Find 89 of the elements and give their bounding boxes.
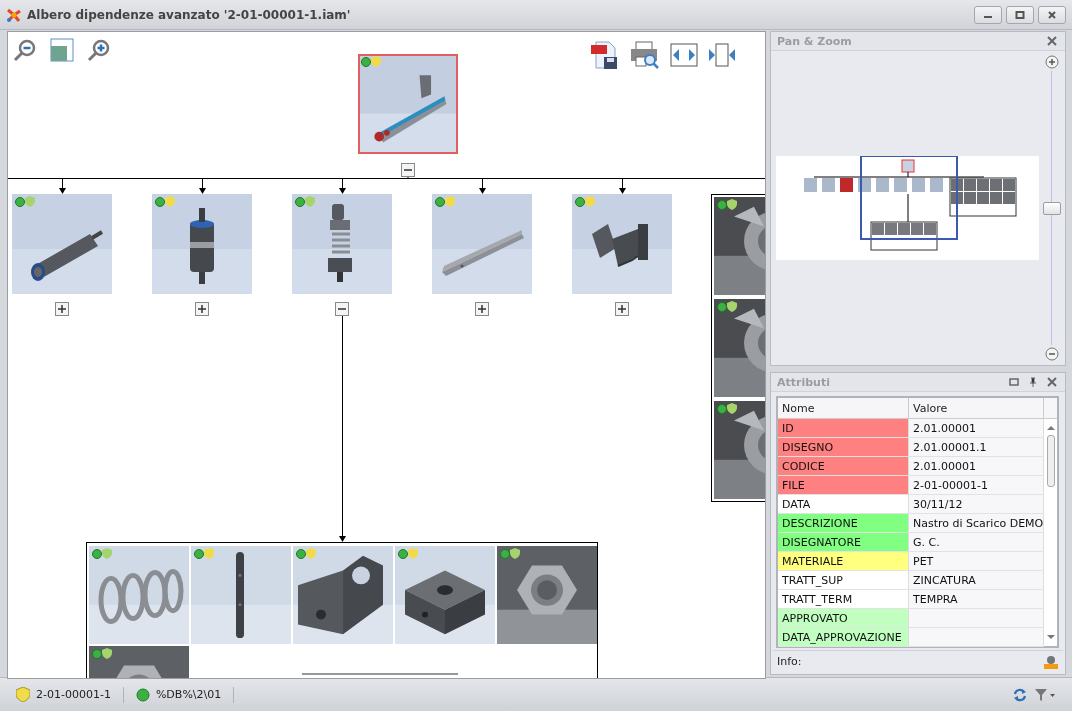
table-cell: 2.01.00001 — [909, 457, 1044, 475]
minimap-drawing[interactable] — [776, 156, 1039, 260]
status-dot-icon — [717, 404, 727, 414]
status-dot-icon — [361, 57, 371, 67]
status-dot-icon — [194, 549, 204, 559]
info-label: Info: — [777, 655, 802, 668]
table-cell: G. C. — [909, 533, 1044, 551]
pdf-save-icon[interactable] — [590, 40, 620, 70]
collapse-toggle[interactable] — [335, 302, 349, 316]
table-cell: Nastro di Scarico DEMO — [909, 514, 1044, 532]
refresh-icon[interactable] — [1012, 686, 1028, 703]
table-cell: ZINCATURA — [909, 571, 1044, 589]
status-dot-icon — [398, 549, 408, 559]
table-cell: PET — [909, 552, 1044, 570]
collapse-toggle[interactable] — [401, 163, 415, 177]
table-cell: DATA_APPROVAZIONE — [778, 628, 909, 646]
plus-icon — [616, 303, 628, 315]
status-text: 2-01-00001-1 — [36, 688, 111, 701]
panel-title: Pan & Zoom — [777, 34, 852, 48]
filter-icon[interactable] — [1034, 687, 1056, 702]
table-cell: CODICE — [778, 457, 909, 475]
scroll-up-icon[interactable] — [1046, 425, 1055, 431]
plus-icon — [196, 303, 208, 315]
plus-icon — [476, 303, 488, 315]
column-header[interactable]: Valore — [909, 398, 1044, 418]
column-header[interactable]: Nome — [778, 398, 909, 418]
status-dot-icon — [500, 549, 510, 559]
status-dot-icon — [92, 649, 102, 659]
table-cell: APPROVATO — [778, 609, 909, 627]
shield-icon — [16, 687, 30, 702]
close-button[interactable] — [1038, 5, 1066, 24]
status-dot-icon — [717, 302, 727, 312]
plus-icon — [56, 303, 68, 315]
close-icon — [1046, 8, 1058, 21]
table-cell: DISEGNO — [778, 438, 909, 456]
connector-arrow — [59, 178, 66, 194]
table-cell: DISEGNATORE — [778, 533, 909, 551]
expand-toggle[interactable] — [195, 302, 209, 316]
status-dot-icon — [295, 197, 305, 207]
expand-toggle[interactable] — [475, 302, 489, 316]
expand-horizontal-icon[interactable] — [670, 43, 698, 67]
scroll-down-icon[interactable] — [1046, 634, 1055, 640]
status-dot-icon — [717, 200, 727, 210]
status-dot-icon — [155, 197, 165, 207]
connector-arrow — [199, 178, 206, 194]
collapse-horizontal-icon[interactable] — [708, 43, 736, 67]
print-preview-icon[interactable] — [630, 40, 660, 70]
table-cell: FILE — [778, 476, 909, 494]
scrollbar-thumb[interactable] — [302, 673, 458, 675]
expand-toggle[interactable] — [55, 302, 69, 316]
status-dot-icon — [435, 197, 445, 207]
maximize-button[interactable] — [1006, 5, 1034, 24]
app-logo-icon — [6, 6, 22, 23]
table-cell: 2-01-00001-1 — [909, 476, 1044, 494]
zoom-in-icon[interactable] — [1045, 55, 1059, 69]
fit-page-icon[interactable] — [50, 38, 74, 62]
connector-arrow — [619, 178, 626, 194]
status-dot-icon — [135, 687, 150, 702]
status-dot-icon — [15, 197, 25, 207]
panel-title: Attributi — [777, 375, 830, 389]
status-text: %DB%\2\01 — [155, 688, 222, 701]
scrollbar-thumb[interactable] — [1046, 435, 1055, 487]
expand-toggle[interactable] — [615, 302, 629, 316]
status-dot-icon — [296, 549, 306, 559]
maximize-icon[interactable] — [1009, 377, 1019, 387]
close-icon[interactable] — [1047, 377, 1057, 387]
zoom-out-icon[interactable] — [1045, 347, 1059, 361]
table-cell: 2.01.00001.1 — [909, 438, 1044, 456]
table-cell: ID — [778, 419, 909, 437]
table-cell: TEMPRA — [909, 590, 1044, 608]
window-title: Albero dipendenze avanzato '2-01-00001-1.iam' — [27, 7, 351, 22]
pin-icon[interactable] — [1028, 377, 1038, 387]
zoom-in-icon[interactable] — [87, 38, 111, 62]
table-cell: DESCRIZIONE — [778, 514, 909, 532]
status-dot-icon — [575, 197, 585, 207]
table-cell: 2.01.00001 — [909, 419, 1044, 437]
table-cell: MATERIALE — [778, 552, 909, 570]
minimize-button[interactable] — [974, 5, 1002, 24]
maximize-icon — [1014, 8, 1026, 21]
table-cell: TRATT_TERM — [778, 590, 909, 608]
connector-arrow — [479, 178, 486, 194]
zoom-out-icon[interactable] — [13, 38, 37, 62]
table-cell: 30/11/12 — [909, 495, 1044, 513]
user-icon[interactable] — [1043, 653, 1059, 670]
close-icon[interactable] — [1047, 36, 1057, 46]
table-cell: TRATT_SUP — [778, 571, 909, 589]
connector-arrow — [339, 178, 346, 194]
status-dot-icon — [92, 549, 102, 559]
minimize-icon — [984, 16, 992, 18]
